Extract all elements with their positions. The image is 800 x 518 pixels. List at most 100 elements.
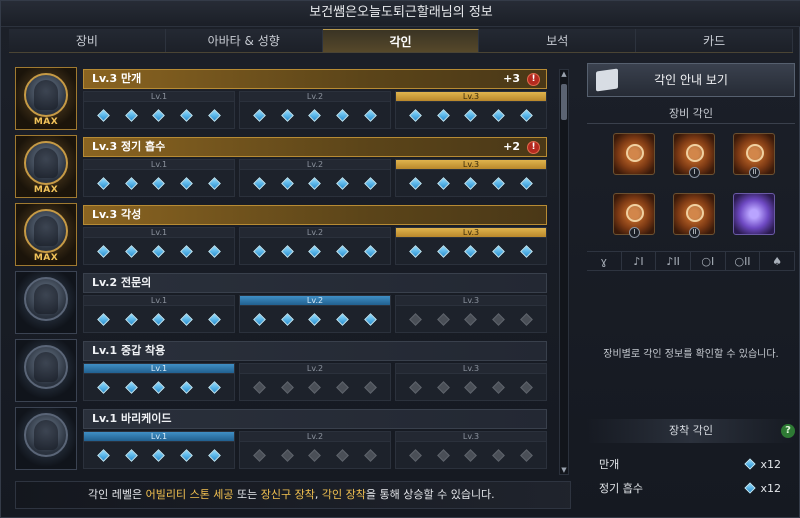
necklace-filter-icon[interactable]: ɣ — [587, 252, 622, 270]
level-column: Lv.1 — [83, 295, 235, 333]
engraving-title: Lv.1 바리케이드 — [92, 412, 172, 425]
engraving-node-icon — [363, 380, 377, 394]
engraving-row[interactable]: MAX Lv.3 각성 Lv.1 Lv.2 Lv.3 — [15, 203, 547, 266]
note-text-1: 각인 레벨은 — [88, 488, 146, 501]
engraving-title: Lv.3 만개 — [92, 72, 142, 85]
engraving-node-icon — [519, 312, 533, 326]
engraving-levels: Lv.1 Lv.2 Lv.3 — [83, 91, 547, 129]
engraving-node-icon — [308, 108, 322, 122]
engraving-header: Lv.1 중갑 착용 — [83, 341, 547, 361]
tab-avatar[interactable]: 아바타 & 성향 — [165, 29, 323, 52]
level-label: Lv.3 — [396, 296, 546, 306]
engraving-node-icon — [336, 448, 349, 462]
engraving-node-icon — [336, 380, 349, 394]
ring-2-filter-icon[interactable]: ○II — [726, 252, 761, 270]
engraving-node-icon — [97, 380, 111, 394]
ring-icon[interactable]: II — [673, 193, 715, 238]
tab-cards[interactable]: 카드 — [636, 29, 793, 52]
engraving-node-icon — [492, 244, 505, 258]
engraving-row[interactable]: Lv.1 중갑 착용 Lv.1 Lv.2 Lv.3 — [15, 339, 547, 402]
character-info-window: 보건쌤은오늘도퇴근할래님의 정보 장비 아바타 & 성향 각인 보석 카드 MA… — [0, 0, 800, 518]
level-column: Lv.2 — [239, 159, 391, 197]
necklace-icon[interactable] — [613, 133, 655, 175]
engraving-node-icon — [519, 380, 533, 394]
engraving-row[interactable]: MAX Lv.3 정기 흡수 +2! Lv.1 Lv.2 Lv.3 — [15, 135, 547, 198]
level-column: Lv.1 — [83, 431, 235, 469]
engraving-node-icon — [437, 244, 450, 258]
engraving-node-icon — [492, 108, 505, 122]
engraving-node-icon — [180, 244, 193, 258]
engraving-node-icon — [207, 448, 221, 462]
max-badge: MAX — [33, 253, 59, 263]
level-column: Lv.3 — [395, 227, 547, 265]
level-column: Lv.2 — [239, 295, 391, 333]
engraving-node-icon — [492, 176, 505, 190]
engraving-node-icon — [363, 312, 377, 326]
level-label: Lv.1 — [84, 92, 234, 102]
ability-stone-icon[interactable] — [733, 193, 775, 235]
engraving-header: Lv.1 바리케이드 — [83, 409, 547, 429]
scroll-down-icon[interactable]: ▼ — [560, 466, 568, 474]
engraving-node-icon — [363, 176, 377, 190]
stone-filter-icon[interactable]: ♠ — [760, 252, 796, 270]
engraving-title: Lv.3 각성 — [92, 208, 142, 221]
engraving-portrait-icon: MAX — [15, 67, 77, 130]
note-text-2: 또는 — [233, 488, 261, 501]
engraving-node-icon — [437, 448, 450, 462]
earring-1-filter-icon[interactable]: ♪I — [622, 252, 657, 270]
level-label: Lv.2 — [240, 432, 390, 442]
mounted-engraving-header: 장착 각인 ? — [587, 419, 795, 443]
engraving-node-icon — [125, 448, 138, 462]
engraving-portrait-icon — [15, 407, 77, 470]
note-text-3: , — [314, 488, 322, 501]
level-label: Lv.2 — [240, 296, 390, 306]
engraving-node-icon — [464, 108, 478, 122]
engraving-node-icon — [519, 448, 533, 462]
engraving-node-icon — [308, 244, 322, 258]
scroll-up-icon[interactable]: ▲ — [560, 70, 568, 78]
engraving-node-icon — [281, 380, 294, 394]
engraving-node-icon — [281, 448, 294, 462]
tab-equipment[interactable]: 장비 — [9, 29, 166, 52]
window-title: 보건쌤은오늘도퇴근할래님의 정보 — [1, 1, 800, 27]
ring-icon[interactable]: I — [613, 193, 655, 238]
engraving-node-icon — [125, 176, 138, 190]
engraving-guide-button[interactable]: 각인 안내 보기 — [587, 63, 795, 97]
engraving-node-icon — [253, 312, 267, 326]
engraving-row[interactable]: MAX Lv.3 만개 +3! Lv.1 Lv.2 Lv.3 — [15, 67, 547, 130]
ring-1-filter-icon[interactable]: ○I — [691, 252, 726, 270]
engraving-scrollbar[interactable]: ▲ ▼ — [559, 69, 569, 475]
engraving-node-icon — [308, 448, 322, 462]
engraving-levels: Lv.1 Lv.2 Lv.3 — [83, 295, 547, 333]
engraving-row[interactable]: Lv.1 바리케이드 Lv.1 Lv.2 Lv.3 — [15, 407, 547, 470]
engraving-node-icon — [152, 312, 166, 326]
level-label: Lv.1 — [84, 228, 234, 238]
tab-engraving[interactable]: 각인 — [322, 29, 480, 52]
note-highlight-engraving: 각인 장착 — [321, 488, 366, 501]
level-label: Lv.3 — [396, 228, 546, 238]
engraving-portrait-icon — [15, 271, 77, 334]
engraving-node-icon — [281, 244, 294, 258]
level-label: Lv.3 — [396, 92, 546, 102]
note-text-4: 을 통해 상승할 수 있습니다. — [365, 488, 495, 501]
earring-icon[interactable]: II — [733, 133, 775, 178]
tab-gems[interactable]: 보석 — [479, 29, 637, 52]
divider — [587, 123, 795, 124]
slot-number: II — [689, 227, 700, 238]
engraving-row[interactable]: Lv.2 전문의 Lv.1 Lv.2 Lv.3 — [15, 271, 547, 334]
engraving-node-icon — [437, 380, 450, 394]
mounted-engraving-item: 정기 흡수 x12 — [599, 479, 785, 499]
engraving-header: Lv.2 전문의 — [83, 273, 547, 293]
scroll-thumb[interactable] — [561, 84, 567, 120]
earring-icon[interactable]: I — [673, 133, 715, 178]
engraving-node-icon — [281, 312, 294, 326]
help-icon[interactable]: ? — [781, 424, 795, 438]
mounted-engraving-name: 정기 흡수 — [599, 482, 643, 495]
equip-engraving-title: 장비 각인 — [669, 107, 713, 120]
engraving-gem-icon — [744, 482, 757, 494]
alert-icon: ! — [527, 141, 540, 154]
level-label: Lv.2 — [240, 92, 390, 102]
engraving-node-icon — [409, 448, 423, 462]
earring-2-filter-icon[interactable]: ♪II — [656, 252, 692, 270]
engraving-title: Lv.3 정기 흡수 — [92, 140, 166, 153]
